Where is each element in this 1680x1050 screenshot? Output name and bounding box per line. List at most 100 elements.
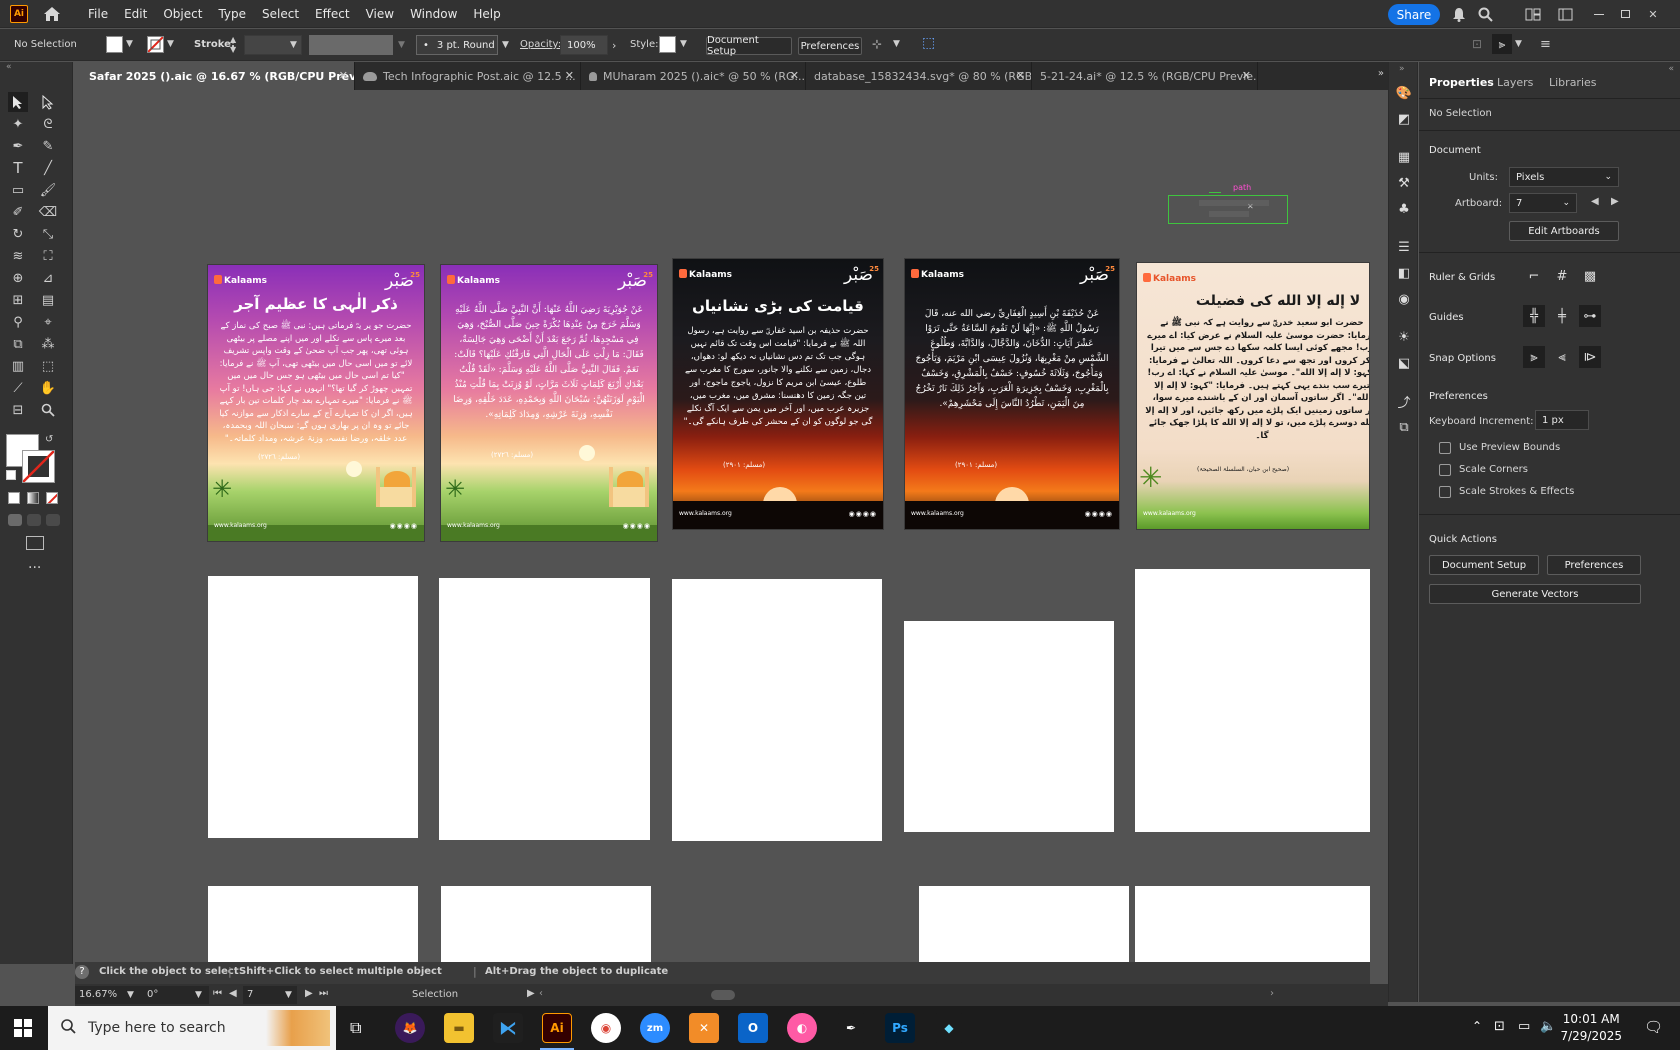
- mesh-tool-icon[interactable]: ⊞: [8, 290, 28, 310]
- blank-artboard[interactable]: [672, 579, 882, 841]
- close-icon[interactable]: ✕: [1016, 69, 1025, 82]
- transparency-icon[interactable]: ◉: [1393, 288, 1415, 310]
- menu-window[interactable]: Window: [402, 0, 465, 28]
- blank-artboard[interactable]: [1135, 886, 1370, 962]
- restore-icon[interactable]: [1616, 5, 1634, 23]
- chevron-down-icon[interactable]: ▼: [126, 39, 133, 49]
- slice-tool-icon[interactable]: ⟋: [8, 378, 28, 398]
- lasso-tool-icon[interactable]: ᘓ: [38, 114, 58, 134]
- menu-effect[interactable]: Effect: [307, 0, 358, 28]
- bell-icon[interactable]: [1450, 5, 1468, 23]
- menu-view[interactable]: View: [358, 0, 402, 28]
- photoshop-icon[interactable]: Ps: [885, 1013, 915, 1043]
- selection-tool-icon[interactable]: [8, 92, 28, 112]
- pen-tool-icon[interactable]: ✒: [8, 136, 28, 156]
- zoom-in-icon[interactable]: ⊟: [8, 400, 28, 420]
- chevron-down-icon[interactable]: ▼: [398, 40, 405, 50]
- smart-guides-icon[interactable]: ⊶: [1579, 305, 1601, 327]
- artboards-panel-icon[interactable]: ⧉: [1393, 416, 1415, 438]
- blank-artboard[interactable]: [208, 886, 418, 962]
- type-tool-icon[interactable]: T: [8, 158, 28, 178]
- tab-layers[interactable]: Layers: [1497, 76, 1533, 89]
- export-icon[interactable]: ⤴: [1393, 390, 1415, 412]
- firefox-icon[interactable]: 🦊: [395, 1013, 425, 1043]
- gradient-tool-icon[interactable]: ▤: [38, 290, 58, 310]
- network-icon[interactable]: ⊡: [1494, 1019, 1505, 1034]
- graphic-style-swatch[interactable]: [659, 36, 676, 53]
- screen-mode-icon[interactable]: [26, 536, 44, 550]
- chevron-down-icon[interactable]: ▼: [167, 39, 174, 49]
- task-view-icon[interactable]: ⧉: [350, 1018, 361, 1038]
- edit-artboards-button[interactable]: Edit Artboards: [1509, 221, 1619, 241]
- chevron-double-right-icon[interactable]: »: [1378, 68, 1384, 79]
- volume-icon[interactable]: 🔈: [1540, 1019, 1556, 1034]
- vscode-icon[interactable]: ⧔: [493, 1013, 523, 1043]
- swap-fill-stroke-icon[interactable]: ↺: [45, 434, 53, 445]
- appearance-icon[interactable]: ☀: [1393, 326, 1415, 348]
- artboard-poster[interactable]: Kalaams صَبْر 25 ذکر الٰہی کا عظیم آجر ح…: [207, 264, 425, 542]
- zoom-icon[interactable]: zm: [640, 1013, 670, 1043]
- magic-wand-tool-icon[interactable]: ✦: [8, 114, 28, 134]
- chevron-down-icon[interactable]: ▼: [1515, 39, 1522, 49]
- artboard-poster[interactable]: Kalaams صَبْر 25 عَنْ حُذَيْفَةَ بْنِ أَ…: [904, 258, 1120, 530]
- chevron-down-icon[interactable]: ▼: [893, 39, 900, 49]
- snap-to-point-icon[interactable]: ⫸: [1523, 346, 1545, 368]
- draw-inside-icon[interactable]: [46, 514, 60, 526]
- tab-tech-infographic[interactable]: Tech Infographic Post.aic @ 12.5 ... ✕: [355, 62, 581, 90]
- workspace-icon[interactable]: [1556, 5, 1574, 23]
- app-diamond-icon[interactable]: ◆: [934, 1013, 964, 1043]
- shape-builder-tool-icon[interactable]: ⊕: [8, 268, 28, 288]
- blend-tool-icon[interactable]: ⧉: [8, 334, 28, 354]
- chevron-down-icon[interactable]: ▼: [285, 990, 292, 1000]
- scale-corners-checkbox[interactable]: [1439, 464, 1451, 476]
- gradient-panel-icon[interactable]: ◧: [1393, 262, 1415, 284]
- default-colors-icon[interactable]: [6, 470, 16, 480]
- edit-toolbar-icon[interactable]: ···: [28, 560, 41, 576]
- scale-strokes-checkbox[interactable]: [1439, 486, 1451, 498]
- zoom-tool-icon[interactable]: [38, 400, 58, 420]
- previous-artboard-icon[interactable]: ◀: [229, 988, 237, 999]
- artboard-dropdown[interactable]: 7 ⌄: [1509, 193, 1577, 213]
- menu-icon[interactable]: ≡: [1540, 37, 1551, 52]
- scroll-right-icon[interactable]: ›: [1270, 988, 1274, 999]
- tab-database-svg[interactable]: database_15832434.svg* @ 80 % (RGB... ✕: [806, 62, 1032, 90]
- show-guides-icon[interactable]: ╬: [1523, 305, 1545, 327]
- previous-artboard-icon[interactable]: ◀: [1591, 196, 1599, 207]
- minimize-icon[interactable]: [1590, 5, 1608, 23]
- close-icon[interactable]: ✕: [565, 69, 574, 82]
- chevron-down-icon[interactable]: ▼: [127, 990, 134, 1000]
- menu-object[interactable]: Object: [155, 0, 210, 28]
- illustrator-taskbar-icon[interactable]: Ai: [542, 1013, 572, 1043]
- line-tool-icon[interactable]: ╱: [38, 158, 58, 178]
- next-artboard-icon[interactable]: ▶: [1611, 196, 1619, 207]
- opacity-label[interactable]: Opacity:: [520, 39, 561, 50]
- rotate-tool-icon[interactable]: ↻: [8, 224, 28, 244]
- pen-app-icon[interactable]: ✒: [836, 1013, 866, 1043]
- close-icon[interactable]: ✕: [1644, 5, 1662, 23]
- selected-path[interactable]: ✕: [1168, 192, 1288, 224]
- preview-bounds-checkbox[interactable]: [1439, 442, 1451, 454]
- generate-vectors-button[interactable]: Generate Vectors: [1429, 584, 1641, 604]
- symbol-sprayer-tool-icon[interactable]: ⁂: [38, 334, 58, 354]
- tab-safar-2025[interactable]: Safar 2025 ().aic @ 16.67 % (RGB/CPU Pre…: [75, 62, 355, 90]
- menu-file[interactable]: File: [80, 0, 116, 28]
- taskbar-search-input[interactable]: Type here to search: [48, 1006, 336, 1050]
- graphic-styles-icon[interactable]: ⬕: [1393, 352, 1415, 374]
- preferences-button[interactable]: Preferences: [1547, 555, 1641, 575]
- play-icon[interactable]: ▶: [527, 988, 535, 999]
- symbols-icon[interactable]: ♣: [1393, 198, 1415, 220]
- home-icon[interactable]: [42, 4, 62, 24]
- notifications-icon[interactable]: 🗨: [1644, 1018, 1663, 1036]
- blank-artboard[interactable]: [1135, 569, 1370, 832]
- color-mode-icon[interactable]: [8, 492, 20, 504]
- blank-artboard[interactable]: [919, 886, 1129, 962]
- next-artboard-icon[interactable]: ▶: [305, 988, 313, 999]
- eyedropper-tool-icon[interactable]: ⚲: [8, 312, 28, 332]
- document-setup-button[interactable]: Document Setup: [1429, 555, 1539, 575]
- snap-to-grid-icon[interactable]: ⫷: [1551, 346, 1573, 368]
- search-icon[interactable]: [1476, 5, 1494, 23]
- tab-muharam-2025[interactable]: MUharam 2025 ().aic* @ 50 % (RG... ✕: [581, 62, 806, 90]
- artboard-poster[interactable]: Kalaams لا إله إلا الله کی فضیلت حضرت اب…: [1136, 262, 1370, 530]
- chevron-right-icon[interactable]: ›: [612, 39, 616, 52]
- collapse-icon[interactable]: «: [1668, 64, 1674, 74]
